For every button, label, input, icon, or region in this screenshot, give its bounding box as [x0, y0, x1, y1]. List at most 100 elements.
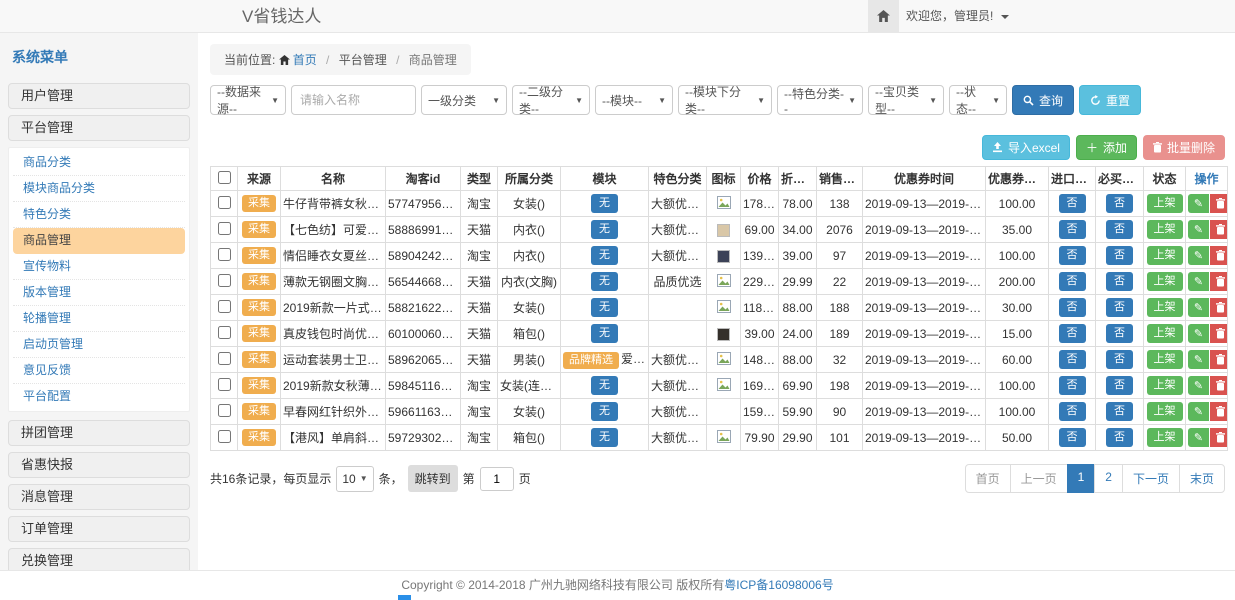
import-select-badge[interactable]: 否 — [1059, 350, 1086, 369]
row-checkbox[interactable] — [218, 404, 231, 417]
must-buy-badge[interactable]: 否 — [1106, 376, 1133, 395]
edit-button[interactable]: ✎ — [1188, 298, 1209, 317]
import-select-badge[interactable]: 否 — [1059, 272, 1086, 291]
delete-button[interactable] — [1210, 220, 1228, 239]
edit-button[interactable]: ✎ — [1188, 220, 1209, 239]
must-buy-badge[interactable]: 否 — [1106, 324, 1133, 343]
sidebar-item[interactable]: 省惠快报 — [8, 452, 190, 478]
filter-select[interactable]: --宝贝类型--▼ — [868, 85, 944, 115]
row-checkbox[interactable] — [218, 196, 231, 209]
batch-delete-button[interactable]: 批量删除 — [1143, 135, 1225, 160]
edit-button[interactable]: ✎ — [1188, 272, 1209, 291]
search-button[interactable]: 查询 — [1012, 85, 1074, 115]
add-button[interactable]: ＋ 添加 — [1076, 135, 1137, 160]
sidebar-item[interactable]: 消息管理 — [8, 484, 190, 510]
delete-button[interactable] — [1210, 350, 1228, 369]
status-badge[interactable]: 上架 — [1147, 324, 1183, 343]
sidebar-item[interactable]: 订单管理 — [8, 516, 190, 542]
sidebar-item[interactable]: 用户管理 — [8, 83, 190, 109]
must-buy-badge[interactable]: 否 — [1106, 220, 1133, 239]
must-buy-badge[interactable]: 否 — [1106, 402, 1133, 421]
per-page-select[interactable]: 10 ▼ — [336, 466, 373, 492]
import-select-badge[interactable]: 否 — [1059, 194, 1086, 213]
edit-button[interactable]: ✎ — [1188, 246, 1209, 265]
sidebar-item[interactable]: 兑换管理 — [8, 548, 190, 570]
sidebar-item[interactable]: 平台管理 — [8, 115, 190, 141]
status-badge[interactable]: 上架 — [1147, 220, 1183, 239]
import-select-badge[interactable]: 否 — [1059, 298, 1086, 317]
pager-button[interactable]: 下一页 — [1122, 464, 1180, 493]
icp-link[interactable]: 粤ICP备16098006号 — [724, 578, 833, 592]
edit-button[interactable]: ✎ — [1188, 428, 1209, 447]
status-badge[interactable]: 上架 — [1147, 298, 1183, 317]
must-buy-badge[interactable]: 否 — [1106, 272, 1133, 291]
import-select-badge[interactable]: 否 — [1059, 402, 1086, 421]
status-badge[interactable]: 上架 — [1147, 428, 1183, 447]
pager-button[interactable]: 2 — [1094, 464, 1123, 493]
sidebar-subitem[interactable]: 启动页管理 — [13, 332, 185, 358]
page-number-input[interactable] — [480, 467, 514, 491]
filter-select[interactable]: 一级分类▼ — [421, 85, 507, 115]
search-name-input[interactable] — [291, 85, 416, 115]
status-badge[interactable]: 上架 — [1147, 246, 1183, 265]
status-badge[interactable]: 上架 — [1147, 272, 1183, 291]
import-select-badge[interactable]: 否 — [1059, 324, 1086, 343]
edit-button[interactable]: ✎ — [1188, 376, 1209, 395]
sidebar-item[interactable]: 拼团管理 — [8, 420, 190, 446]
status-badge[interactable]: 上架 — [1147, 376, 1183, 395]
row-checkbox[interactable] — [218, 222, 231, 235]
delete-button[interactable] — [1210, 194, 1228, 213]
filter-select[interactable]: --数据来源--▼ — [210, 85, 286, 115]
row-checkbox[interactable] — [218, 430, 231, 443]
import-excel-button[interactable]: 导入excel — [982, 135, 1070, 160]
row-checkbox[interactable] — [218, 274, 231, 287]
reset-button[interactable]: 重置 — [1079, 85, 1141, 115]
filter-select[interactable]: --特色分类--▼ — [777, 85, 863, 115]
status-badge[interactable]: 上架 — [1147, 350, 1183, 369]
must-buy-badge[interactable]: 否 — [1106, 246, 1133, 265]
edit-button[interactable]: ✎ — [1188, 194, 1209, 213]
must-buy-badge[interactable]: 否 — [1106, 350, 1133, 369]
import-select-badge[interactable]: 否 — [1059, 220, 1086, 239]
pager-button[interactable]: 1 — [1067, 464, 1096, 493]
import-select-badge[interactable]: 否 — [1059, 246, 1086, 265]
sidebar-subitem[interactable]: 版本管理 — [13, 280, 185, 306]
must-buy-badge[interactable]: 否 — [1106, 194, 1133, 213]
row-checkbox[interactable] — [218, 326, 231, 339]
home-button[interactable] — [868, 0, 899, 32]
import-select-badge[interactable]: 否 — [1059, 376, 1086, 395]
sidebar-subitem[interactable]: 宣传物料 — [13, 254, 185, 280]
pager-button[interactable]: 首页 — [965, 464, 1011, 493]
import-select-badge[interactable]: 否 — [1059, 428, 1086, 447]
filter-select[interactable]: --模块--▼ — [595, 85, 673, 115]
pager-button[interactable]: 末页 — [1179, 464, 1225, 493]
sidebar-subitem[interactable]: 商品管理 — [13, 228, 185, 254]
must-buy-badge[interactable]: 否 — [1106, 428, 1133, 447]
select-all-checkbox[interactable] — [218, 171, 231, 184]
delete-button[interactable] — [1210, 428, 1228, 447]
filter-select[interactable]: --状态--▼ — [949, 85, 1007, 115]
row-checkbox[interactable] — [218, 352, 231, 365]
delete-button[interactable] — [1210, 272, 1228, 291]
edit-button[interactable]: ✎ — [1188, 402, 1209, 421]
sidebar-subitem[interactable]: 轮播管理 — [13, 306, 185, 332]
must-buy-badge[interactable]: 否 — [1106, 298, 1133, 317]
user-menu[interactable]: 欢迎您，管理员! — [906, 0, 1009, 32]
breadcrumb-home-link[interactable]: 首页 — [279, 53, 320, 67]
sidebar-subitem[interactable]: 模块商品分类 — [13, 176, 185, 202]
row-checkbox[interactable] — [218, 300, 231, 313]
delete-button[interactable] — [1210, 246, 1228, 265]
edit-button[interactable]: ✎ — [1188, 350, 1209, 369]
filter-select[interactable]: --模块下分类--▼ — [678, 85, 772, 115]
pager-button[interactable]: 上一页 — [1010, 464, 1068, 493]
sidebar-subitem[interactable]: 平台配置 — [13, 384, 185, 409]
sidebar-subitem[interactable]: 特色分类 — [13, 202, 185, 228]
delete-button[interactable] — [1210, 376, 1228, 395]
sidebar-subitem[interactable]: 商品分类 — [13, 150, 185, 176]
edit-button[interactable]: ✎ — [1188, 324, 1209, 343]
jump-button[interactable]: 跳转到 — [408, 465, 458, 492]
status-badge[interactable]: 上架 — [1147, 402, 1183, 421]
status-badge[interactable]: 上架 — [1147, 194, 1183, 213]
filter-select[interactable]: --二级分类--▼ — [512, 85, 590, 115]
delete-button[interactable] — [1210, 324, 1228, 343]
